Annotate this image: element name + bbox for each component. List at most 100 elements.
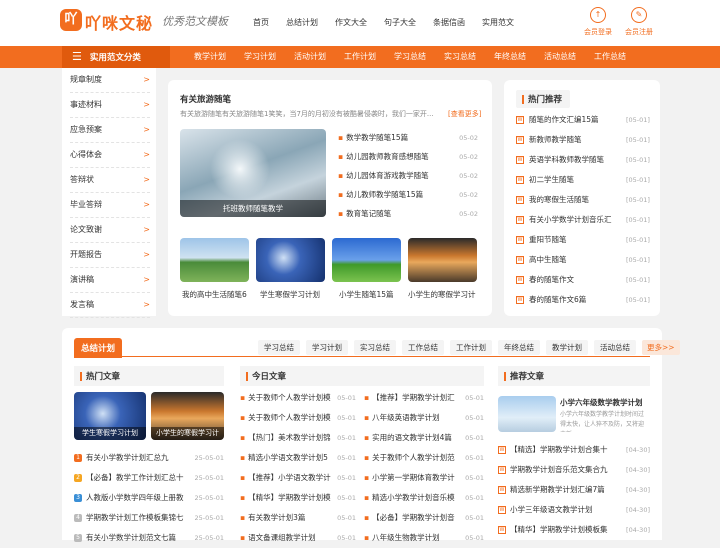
- thumb-image[interactable]: [408, 238, 477, 282]
- catbar-link[interactable]: 工作总结: [594, 51, 626, 62]
- catbar-link[interactable]: 学习总结: [394, 51, 426, 62]
- hot-item[interactable]: W 春的随笔作文 [05-01]: [516, 270, 650, 290]
- featured-title[interactable]: 有关旅游随笔: [180, 93, 231, 105]
- rank-badge: 5: [74, 534, 82, 542]
- sidebar-item[interactable]: 论文致谢 >: [70, 218, 150, 243]
- hot-article-caption: 学生寒假学习计划: [74, 427, 146, 440]
- tab-study-summary[interactable]: 学习总结: [258, 340, 300, 355]
- recommended-item[interactable]: W 学期教学计划音乐范文集合九 [04-30]: [498, 460, 650, 480]
- divider: [74, 356, 650, 357]
- catbar-link[interactable]: 年终总结: [494, 51, 526, 62]
- nav-sentences[interactable]: 句子大全: [384, 17, 416, 28]
- tab-study-plan[interactable]: 学习计划: [306, 340, 348, 355]
- tab-teaching-plan[interactable]: 教学计划: [546, 340, 588, 355]
- hot-article-item[interactable]: 1 有关小学教学计划汇总九 25-05-01: [74, 448, 224, 468]
- featured-list-item[interactable]: ▪ 幼儿教师教学随笔15篇 05-02: [338, 185, 478, 205]
- thumb-image[interactable]: [180, 238, 249, 282]
- nav-practical[interactable]: 实用范文: [482, 17, 514, 28]
- document-icon: W: [516, 256, 524, 264]
- recommended-top-title[interactable]: 小学六年级数学教学计划: [560, 397, 643, 408]
- document-icon: W: [498, 446, 506, 454]
- today-article-item[interactable]: ▪ 【推荐】学期教学计划汇 05-01: [364, 388, 484, 408]
- today-article-item[interactable]: ▪ 关于教师个人教学计划范 05-01: [364, 448, 484, 468]
- featured-list-item[interactable]: ▪ 幼儿园教师教育感想随笔 05-02: [338, 147, 478, 167]
- today-article-item[interactable]: ▪ 八年级英语教学计划 05-01: [364, 408, 484, 428]
- today-article-item[interactable]: ▪ 实用的语文教学计划4篇 05-01: [364, 428, 484, 448]
- tab-work-summary[interactable]: 工作总结: [402, 340, 444, 355]
- catbar-link[interactable]: 活动总结: [544, 51, 576, 62]
- hot-item[interactable]: W 英语学科教师教学随笔 [05-01]: [516, 150, 650, 170]
- hot-article-image[interactable]: 学生寒假学习计划: [74, 392, 146, 440]
- today-article-item[interactable]: ▪ 精选小学教学计划音乐模 05-01: [364, 488, 484, 508]
- hot-item[interactable]: W 随笔的作文汇编15篇 [05-01]: [516, 110, 650, 130]
- thumb-caption[interactable]: 小学生随笔15篇: [339, 289, 394, 300]
- nav-summary-plan[interactable]: 总结计划: [286, 17, 318, 28]
- sidebar-item[interactable]: 发言稿 >: [70, 293, 150, 318]
- catbar-link[interactable]: 实习总结: [444, 51, 476, 62]
- featured-list-item[interactable]: ▪ 幼儿园体育游戏教学随笔 05-02: [338, 166, 478, 186]
- today-article-item[interactable]: ▪ 【精华】学期教学计划模 05-01: [240, 488, 356, 508]
- catbar-link[interactable]: 工作计划: [344, 51, 376, 62]
- hot-item[interactable]: W 有关小学数学计划音乐汇 [05-01]: [516, 210, 650, 230]
- hot-item[interactable]: W 新教师教学随笔 [05-01]: [516, 130, 650, 150]
- today-article-item[interactable]: ▪ 【必备】学期教学计划音 05-01: [364, 508, 484, 528]
- catbar-link[interactable]: 学习计划: [244, 51, 276, 62]
- recommended-item[interactable]: W 【精华】学期教学计划模板集 [04-30]: [498, 520, 650, 540]
- thumb-image[interactable]: [332, 238, 401, 282]
- today-article-item[interactable]: ▪ 小学第一学期体育教学计 05-01: [364, 468, 484, 488]
- register-button[interactable]: ✎ 会员注册: [619, 7, 659, 37]
- sidebar-item[interactable]: 答辩状 >: [70, 168, 150, 193]
- nav-essays[interactable]: 作文大全: [335, 17, 367, 28]
- thumb-caption[interactable]: 小学生的寒假学习计: [408, 289, 476, 300]
- today-article-item[interactable]: ▪ 精选小学语文教学计划5 05-01: [240, 448, 356, 468]
- thumb-caption[interactable]: 我的高中生活随笔6: [182, 289, 247, 300]
- sidebar-item[interactable]: 心得体会 >: [70, 143, 150, 168]
- sidebar-item[interactable]: 事迹材料 >: [70, 93, 150, 118]
- login-button[interactable]: ↑ 会员登录: [578, 7, 618, 37]
- tab-year-end-summary[interactable]: 年终总结: [498, 340, 540, 355]
- today-article-item[interactable]: ▪ 【推荐】小学语文教学计 05-01: [240, 468, 356, 488]
- recommended-item[interactable]: W 【精选】学期教学计划合集十 [04-30]: [498, 440, 650, 460]
- today-article-item[interactable]: ▪ 关于教师个人教学计划模 05-01: [240, 388, 356, 408]
- hot-article-image[interactable]: 小学生的寒假学习计: [151, 392, 224, 440]
- catbar-link[interactable]: 教学计划: [194, 51, 226, 62]
- recommended-item[interactable]: W 精选新学期教学计划汇编7篇 [04-30]: [498, 480, 650, 500]
- nav-home[interactable]: 首页: [253, 17, 269, 28]
- sidebar-item[interactable]: 演讲稿 >: [70, 268, 150, 293]
- today-article-item[interactable]: ▪ 八年级生物教学计划 05-01: [364, 528, 484, 548]
- featured-list-item[interactable]: ▪ 教育笔记随笔 05-02: [338, 204, 478, 224]
- sidebar-item[interactable]: 开题报告 >: [70, 243, 150, 268]
- today-article-item[interactable]: ▪ 语文备课组教学计划 05-01: [240, 528, 356, 548]
- more-button[interactable]: 更多>>: [642, 340, 680, 355]
- today-article-item[interactable]: ▪ 【热门】美术教学计划锦 05-01: [240, 428, 356, 448]
- category-menu[interactable]: ☰ 实用范文分类: [62, 46, 170, 68]
- hot-article-item[interactable]: 3 人教版小学数学四年级上册教 25-05-01: [74, 488, 224, 508]
- hot-item[interactable]: W 春的随笔作文6篇 [05-01]: [516, 290, 650, 310]
- catbar-link[interactable]: 活动计划: [294, 51, 326, 62]
- recommended-item[interactable]: W 小学三年级语文教学计划 [04-30]: [498, 500, 650, 520]
- tab-intern-summary[interactable]: 实习总结: [354, 340, 396, 355]
- featured-image[interactable]: 托班教师随笔教学: [180, 129, 326, 217]
- featured-list-item[interactable]: ▪ 数学教学随笔15篇 05-02: [338, 128, 478, 148]
- today-article-item[interactable]: ▪ 关于教师个人教学计划模 05-01: [240, 408, 356, 428]
- sidebar-item[interactable]: 规章制度 >: [70, 68, 150, 93]
- hot-item[interactable]: W 初二学生随笔 [05-01]: [516, 170, 650, 190]
- hot-article-item[interactable]: 2 【必备】教学工作计划汇总十 25-05-01: [74, 468, 224, 488]
- hot-item[interactable]: W 我的寒假生活随笔 [05-01]: [516, 190, 650, 210]
- tab-activity-summary[interactable]: 活动总结: [594, 340, 636, 355]
- hot-item[interactable]: W 重阳节随笔 [05-01]: [516, 230, 650, 250]
- tab-work-plan[interactable]: 工作计划: [450, 340, 492, 355]
- sidebar-item[interactable]: 应急预案 >: [70, 118, 150, 143]
- hot-article-item[interactable]: 4 学期教学计划工作模板集锦七 25-05-01: [74, 508, 224, 528]
- thumb-caption[interactable]: 学生寒假学习计划: [260, 289, 320, 300]
- hot-item[interactable]: W 高中生随笔 [05-01]: [516, 250, 650, 270]
- logo-icon[interactable]: 吖: [60, 9, 82, 31]
- hot-article-item[interactable]: 5 有关小学数学计划范文七篇 25-05-01: [74, 528, 224, 548]
- today-article-item[interactable]: ▪ 有关教学计划3篇 05-01: [240, 508, 356, 528]
- sidebar-item[interactable]: 毕业答辩 >: [70, 193, 150, 218]
- more-link[interactable]: [查看更多]: [448, 109, 481, 119]
- recommended-image[interactable]: [498, 396, 556, 432]
- thumb-image[interactable]: [256, 238, 325, 282]
- logo-text[interactable]: 吖咪文秘: [85, 10, 153, 34]
- nav-letters[interactable]: 条据信函: [433, 17, 465, 28]
